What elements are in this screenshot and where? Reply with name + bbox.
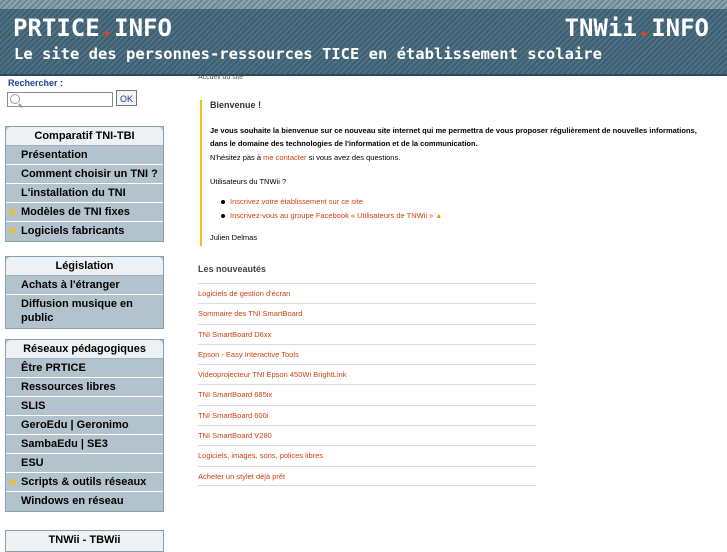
menu-comparatif: Comparatif TNI-TBI Présentation Comment … <box>5 126 164 242</box>
menu-title: Comparatif TNI-TBI <box>6 127 163 146</box>
search-input[interactable] <box>7 92 113 107</box>
menu-item-scripts[interactable]: ★ Scripts & outils réseaux <box>6 473 163 492</box>
menu-item-sambaedu[interactable]: SambaEdu | SE3 <box>6 435 163 454</box>
search-icon <box>10 94 20 104</box>
menu-item-diffusion[interactable]: Diffusion musique en public <box>6 295 163 328</box>
menu-item-windows[interactable]: Windows en réseau <box>6 492 163 511</box>
news-item[interactable]: Videoprojecteur TNI Epson 450Wi BrightLi… <box>198 364 536 384</box>
star-icon: ★ <box>8 477 17 488</box>
news-item[interactable]: TNI SmartBoard D6xx <box>198 323 536 344</box>
welcome-contact-text: N'hésitez pas à me contacter si vous ave… <box>210 153 401 162</box>
welcome-block: Bienvenue ! Je vous souhaite la bienvenu… <box>200 100 710 246</box>
search-label: Rechercher : <box>8 78 64 88</box>
menu-item-geroedu[interactable]: GeroEdu | Geronimo <box>6 416 163 435</box>
star-icon: ★ <box>8 207 17 218</box>
news-item[interactable]: Logiciels de gestion d'écran <box>198 283 536 303</box>
logo-tnwii[interactable]: TNWii.INFO <box>565 14 710 42</box>
welcome-title: Bienvenue ! <box>210 100 262 110</box>
menu-item-logiciels[interactable]: ★ Logiciels fabricants <box>6 222 163 241</box>
menu-tnwii: TNWii - TBWii <box>5 530 164 552</box>
register-school-link[interactable]: Inscrivez votre établissement sur ce sit… <box>220 195 442 209</box>
search-button[interactable]: OK <box>116 90 137 106</box>
signature: Julien Delmas <box>210 233 258 242</box>
header-stripe <box>0 0 727 9</box>
welcome-users-text: Utilisateurs du TNWii ? <box>210 177 287 186</box>
menu-reseaux: Réseaux pédagogiques Être PRTICE Ressour… <box>5 339 164 512</box>
menu-legislation: Législation Achats à l'étranger Diffusio… <box>5 256 164 329</box>
news-item[interactable]: Acheter un stylet déjà prêt <box>198 465 536 486</box>
menu-item-installation[interactable]: L'installation du TNI <box>6 184 163 203</box>
facebook-group-link[interactable]: Inscrivez-vous au groupe Facebook « Util… <box>220 209 443 224</box>
menu-item-esu[interactable]: ESU <box>6 454 163 473</box>
news-item[interactable]: Logiciels, images, sons, polices libres <box>198 445 536 465</box>
breadcrumb[interactable]: Accueil du site <box>198 74 243 81</box>
news-item[interactable]: TNI SmartBoard 685ix <box>198 384 536 404</box>
welcome-links: Inscrivez votre établissement sur ce sit… <box>220 195 443 224</box>
menu-item-achats[interactable]: Achats à l'étranger <box>6 276 163 295</box>
menu-item-slis[interactable]: SLIS <box>6 397 163 416</box>
menu-title: Réseaux pédagogiques <box>6 340 163 359</box>
site-tagline: Le site des personnes-ressources TICE en… <box>14 45 602 63</box>
news-list: Logiciels de gestion d'écran Sommaire de… <box>198 283 536 486</box>
menu-item-ressources[interactable]: Ressources libres <box>6 378 163 397</box>
menu-item-choisir-tni[interactable]: Comment choisir un TNI ? <box>6 165 163 184</box>
star-icon: ★ <box>8 226 17 237</box>
menu-item-modeles[interactable]: ★ Modèles de TNI fixes <box>6 203 163 222</box>
warning-icon: ▲ <box>435 213 443 220</box>
welcome-text: Je vous souhaite la bienvenue sur ce nou… <box>210 126 697 148</box>
site-header: PRTICE.INFO TNWii.INFO Le site des perso… <box>0 0 727 76</box>
menu-item-presentation[interactable]: Présentation <box>6 146 163 165</box>
news-item[interactable]: Epson - Easy Interactive Tools <box>198 343 536 364</box>
news-item[interactable]: TNI SmartBoard V280 <box>198 425 536 445</box>
logo-prtice[interactable]: PRTICE.INFO <box>13 14 172 42</box>
news-item[interactable]: TNI SmartBoard 600i <box>198 404 536 425</box>
menu-item-etre-prtice[interactable]: Être PRTICE <box>6 359 163 378</box>
news-title: Les nouveautés <box>198 264 267 274</box>
menu-title: TNWii - TBWii <box>6 531 163 549</box>
contact-link[interactable]: me contacter <box>263 153 306 162</box>
news-item[interactable]: Sommaire des TNI SmartBoard <box>198 303 536 323</box>
menu-title: Législation <box>6 257 163 276</box>
